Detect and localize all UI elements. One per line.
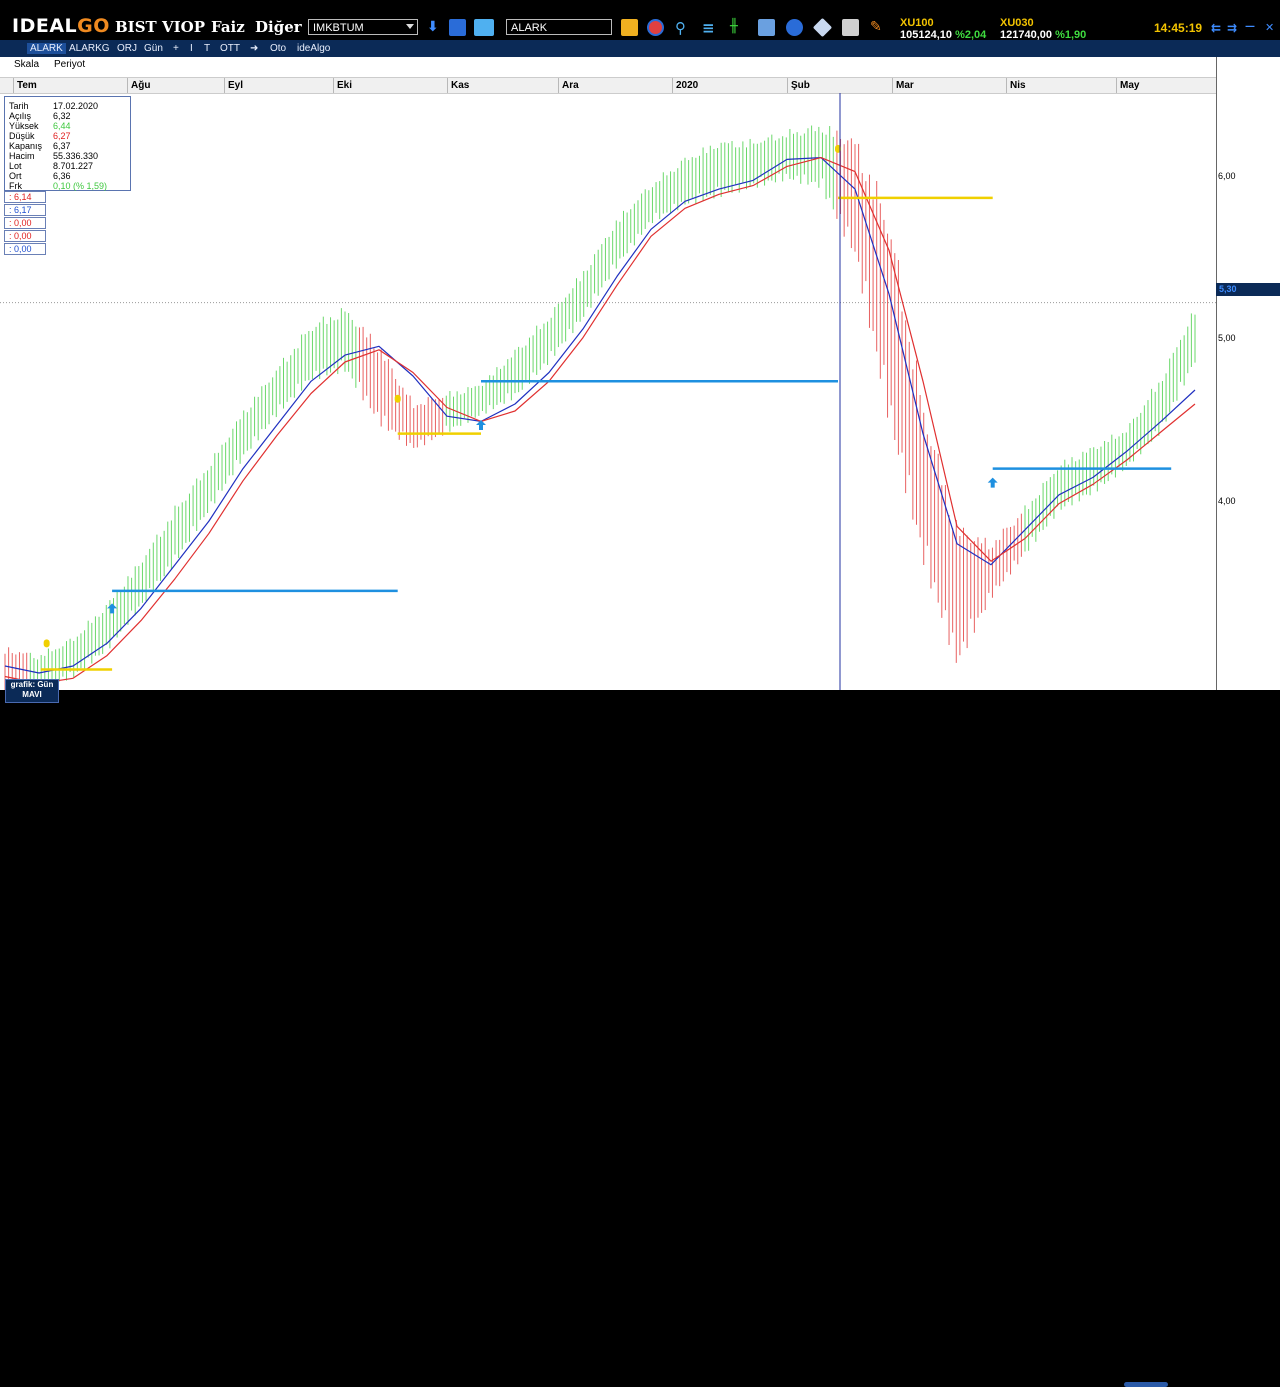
info-label: Tarih bbox=[9, 101, 29, 111]
info-value: 6,32 bbox=[53, 111, 71, 121]
y-tick-label: 5,00 bbox=[1218, 333, 1236, 343]
cube-icon[interactable] bbox=[812, 17, 833, 38]
pie-chart-icon[interactable] bbox=[647, 19, 664, 36]
list-icon[interactable]: ≡ bbox=[702, 19, 719, 37]
indicator-value: : 6,14 bbox=[4, 191, 46, 203]
close-button[interactable]: ✕ bbox=[1265, 21, 1274, 34]
monitor-icon[interactable] bbox=[474, 19, 494, 36]
app-logo: IDEALGO bbox=[12, 15, 110, 37]
back-icon[interactable]: ⇇ bbox=[1211, 21, 1221, 35]
info-value: 6,36 bbox=[53, 171, 71, 181]
info-value: 55.336.330 bbox=[53, 151, 99, 161]
ott-button[interactable]: OTT bbox=[220, 43, 240, 54]
price-axis bbox=[1216, 57, 1280, 690]
y-tick-label: 4,00 bbox=[1218, 496, 1236, 506]
y-tick-label: 6,00 bbox=[1218, 171, 1236, 181]
minimize-button[interactable]: — bbox=[1245, 21, 1255, 32]
info-value: 6,44 bbox=[53, 121, 71, 131]
tab-alarkg[interactable]: ALARKG bbox=[69, 43, 110, 54]
indicator-value: : 0,00 bbox=[4, 230, 46, 242]
document-icon[interactable] bbox=[449, 19, 466, 36]
index-xu100-name: XU100 bbox=[900, 17, 934, 29]
info-label: Düşük bbox=[9, 131, 35, 141]
info-value: 6,37 bbox=[53, 141, 71, 151]
moving-average-line-1 bbox=[4, 157, 1196, 674]
tab-gun[interactable]: Gün bbox=[144, 43, 163, 54]
oto-button[interactable]: Oto bbox=[270, 43, 286, 54]
calculator-icon[interactable] bbox=[758, 19, 775, 36]
forward-icon[interactable]: ⇉ bbox=[1227, 21, 1237, 35]
chart-mode-badge[interactable]: grafik: Gün MAVI bbox=[5, 679, 59, 703]
add-button[interactable]: + bbox=[173, 43, 179, 54]
sell-signal-icon bbox=[43, 639, 50, 648]
info-label: Ort bbox=[9, 171, 22, 181]
tools-icon[interactable]: ✎ bbox=[870, 19, 887, 36]
menu-faiz[interactable]: Faiz bbox=[211, 18, 245, 36]
horizontal-scrollbar[interactable] bbox=[1124, 1382, 1168, 1387]
mail-icon[interactable] bbox=[786, 19, 803, 36]
info-label: Yüksek bbox=[9, 121, 39, 131]
cursor-button[interactable]: I bbox=[190, 43, 193, 54]
indicator-value: : 0,00 bbox=[4, 243, 46, 255]
info-panel: Tarih 17.02.2020 Açılış 6,32 Yüksek 6,44 Düşük… bbox=[4, 96, 131, 191]
market-combo[interactable]: IMKBTUM bbox=[308, 19, 418, 35]
info-label: Hacim bbox=[9, 151, 35, 161]
chart-window: Skala Periyot Tem Ağu Eyl Eki Kas Ara 2020 Şub M… bbox=[0, 57, 1280, 690]
info-value: 8.701.227 bbox=[53, 161, 94, 171]
chevron-down-icon bbox=[406, 24, 414, 29]
folder-icon[interactable] bbox=[621, 19, 638, 36]
menu-bist[interactable]: BIST bbox=[115, 18, 157, 36]
arrow-icon[interactable]: ➜ bbox=[250, 43, 258, 54]
moving-average-line-2 bbox=[4, 157, 1196, 685]
info-label: Kapanış bbox=[9, 141, 43, 151]
chart-tab-bar: ALARK ALARKG ORJ Gün + I T OTT ➜ Oto ide… bbox=[0, 40, 1280, 58]
candles-icon[interactable]: ╫ bbox=[730, 19, 747, 36]
trendline-button[interactable]: T bbox=[204, 43, 210, 54]
indicator-value: : 6,17 bbox=[4, 204, 46, 216]
info-value: 0,10 (% 1,59) bbox=[53, 181, 108, 191]
index-xu030-name: XU030 bbox=[1000, 17, 1034, 29]
info-value: 17.02.2020 bbox=[53, 101, 99, 111]
info-value: 6,27 bbox=[53, 131, 71, 141]
tab-alark[interactable]: ALARK bbox=[27, 43, 66, 54]
market-combo-value: IMKBTUM bbox=[313, 22, 364, 34]
price-chart[interactable] bbox=[0, 57, 1216, 690]
info-label: Lot bbox=[9, 161, 22, 171]
clock: 14:45:19 bbox=[1154, 21, 1203, 35]
cart-icon[interactable] bbox=[842, 19, 859, 36]
sell-signal-icon bbox=[394, 394, 401, 403]
buy-signal-icon bbox=[987, 477, 998, 488]
idealgo-button[interactable]: ideAlgo bbox=[297, 43, 330, 54]
tab-orj[interactable]: ORJ bbox=[117, 43, 137, 54]
buy-signal-icon bbox=[107, 603, 118, 614]
indicator-value: : 0,00 bbox=[4, 217, 46, 229]
top-toolbar: IDEALGO BIST VIOP Faiz Diğer IMKBTUM ⬇ A… bbox=[0, 0, 1280, 41]
menu-viop[interactable]: VIOP bbox=[162, 18, 205, 36]
current-price-tag: 5,30 bbox=[1216, 283, 1280, 296]
symbol-input[interactable]: ALARK bbox=[506, 19, 612, 35]
download-icon[interactable]: ⬇ bbox=[427, 19, 444, 36]
search-icon[interactable]: ⚲ bbox=[675, 19, 692, 37]
info-label: Frk bbox=[9, 181, 22, 191]
menu-diger[interactable]: Diğer bbox=[255, 18, 302, 36]
status-bar bbox=[0, 690, 1280, 1387]
info-label: Açılış bbox=[9, 111, 32, 121]
